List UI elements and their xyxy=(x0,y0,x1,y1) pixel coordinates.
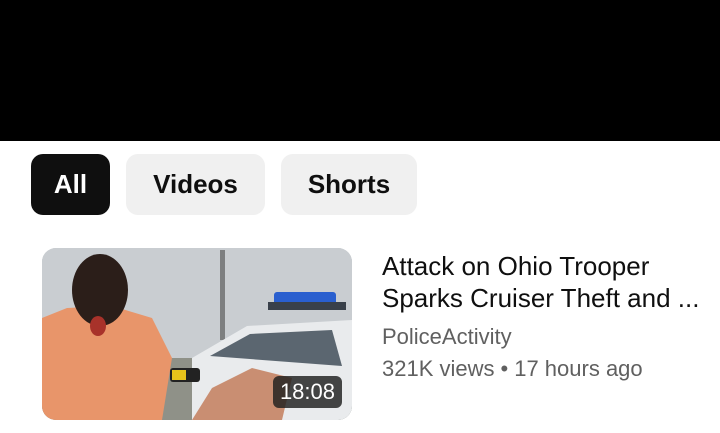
video-metadata: Attack on Ohio Trooper Sparks Cruiser Th… xyxy=(382,248,720,383)
filter-chip-shorts[interactable]: Shorts xyxy=(281,154,417,215)
video-title-line-2: Sparks Cruiser Theft and ... xyxy=(382,283,700,313)
video-title-line-1: Attack on Ohio Trooper xyxy=(382,251,650,281)
video-result[interactable]: 18:08 Attack on Ohio Trooper Sparks Crui… xyxy=(42,248,720,420)
filter-chip-videos[interactable]: Videos xyxy=(126,154,265,215)
separator-dot: • xyxy=(500,356,509,381)
top-black-area xyxy=(0,0,720,141)
video-duration-badge: 18:08 xyxy=(272,376,342,408)
filter-chips: All Videos Shorts xyxy=(31,154,417,215)
video-stats: 321K views • 17 hours ago xyxy=(382,355,720,383)
video-thumbnail[interactable]: 18:08 xyxy=(42,248,352,420)
filter-chip-all[interactable]: All xyxy=(31,154,110,215)
channel-name[interactable]: PoliceActivity xyxy=(382,323,720,351)
view-count: 321K views xyxy=(382,356,495,381)
video-title[interactable]: Attack on Ohio Trooper Sparks Cruiser Th… xyxy=(382,250,720,314)
upload-age: 17 hours ago xyxy=(514,356,643,381)
